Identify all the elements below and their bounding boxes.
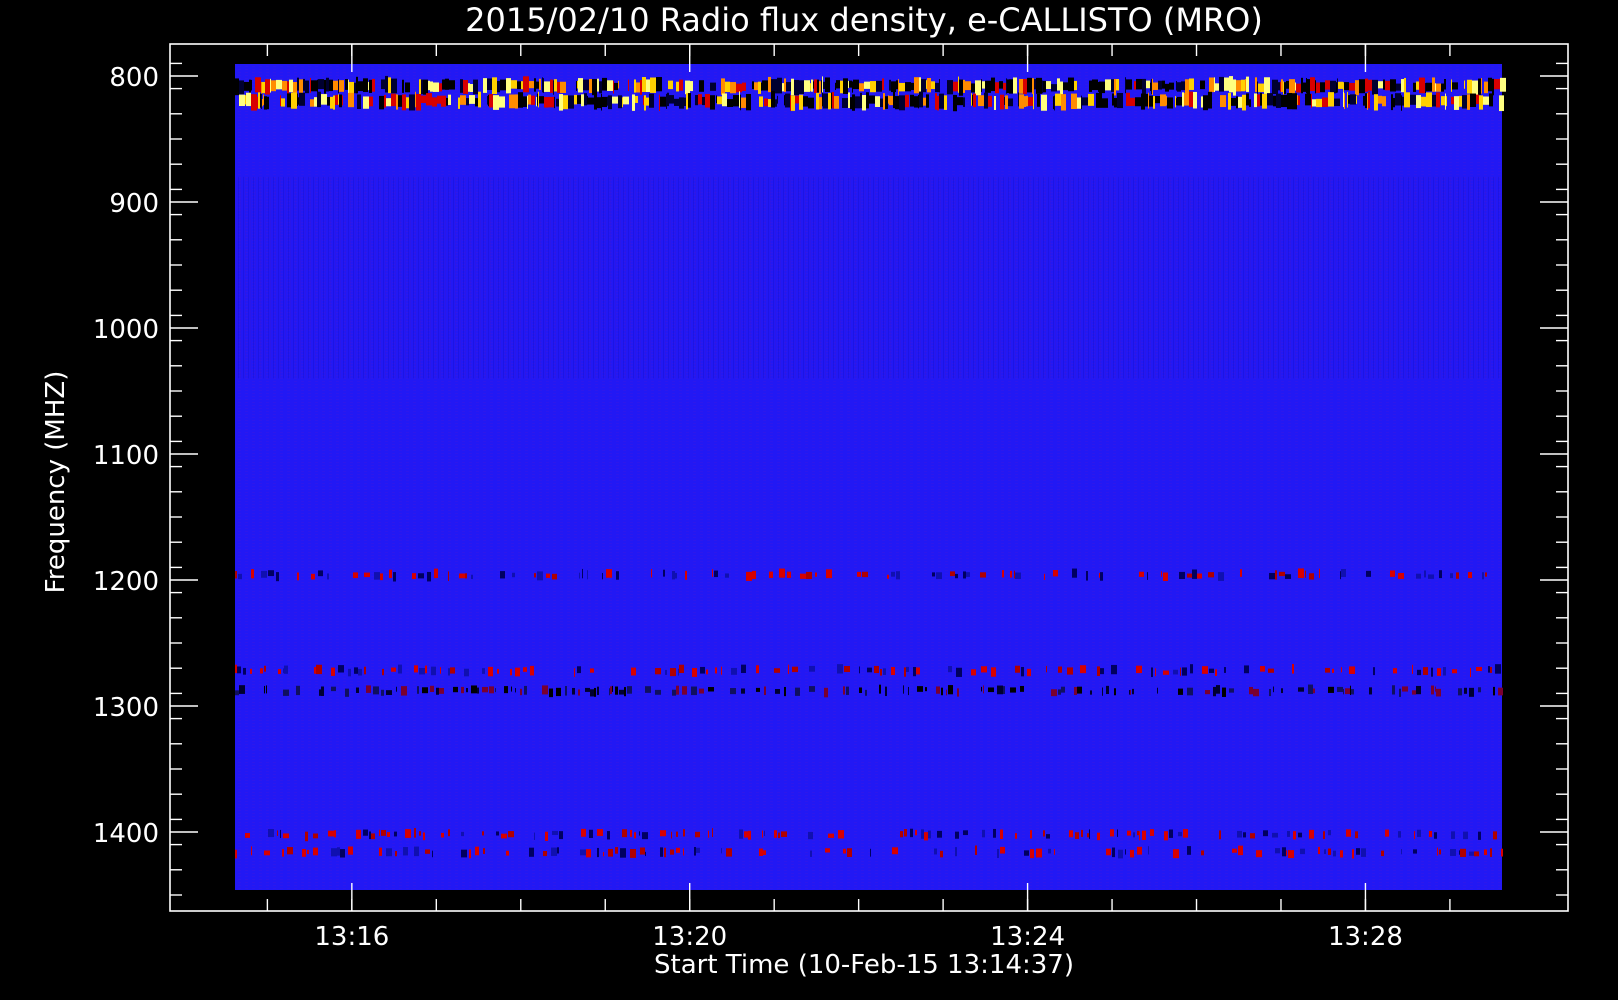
y-tick-label: 1300 — [93, 693, 159, 723]
x-tick-label: 13:20 — [652, 922, 727, 952]
spectrogram-figure: 2015/02/10 Radio flux density, e-CALLIST… — [0, 0, 1618, 1000]
x-axis-label: Start Time (10-Feb-15 13:14:37) — [654, 950, 1074, 980]
y-tick-label: 1100 — [93, 441, 159, 471]
x-tick-label: 13:24 — [990, 922, 1065, 952]
y-tick-label: 900 — [109, 189, 159, 219]
y-tick-label: 1400 — [93, 819, 159, 849]
x-tick-label: 13:28 — [1328, 922, 1403, 952]
y-tick-label: 1000 — [93, 315, 159, 345]
spectrogram-heatmap — [235, 64, 1506, 890]
y-tick-label: 800 — [109, 63, 159, 93]
y-tick-label: 1200 — [93, 567, 159, 597]
y-axis-label: Frequency (MHZ) — [41, 371, 71, 594]
chart-title: 2015/02/10 Radio flux density, e-CALLIST… — [465, 1, 1263, 39]
x-tick-label: 13:16 — [314, 922, 389, 952]
